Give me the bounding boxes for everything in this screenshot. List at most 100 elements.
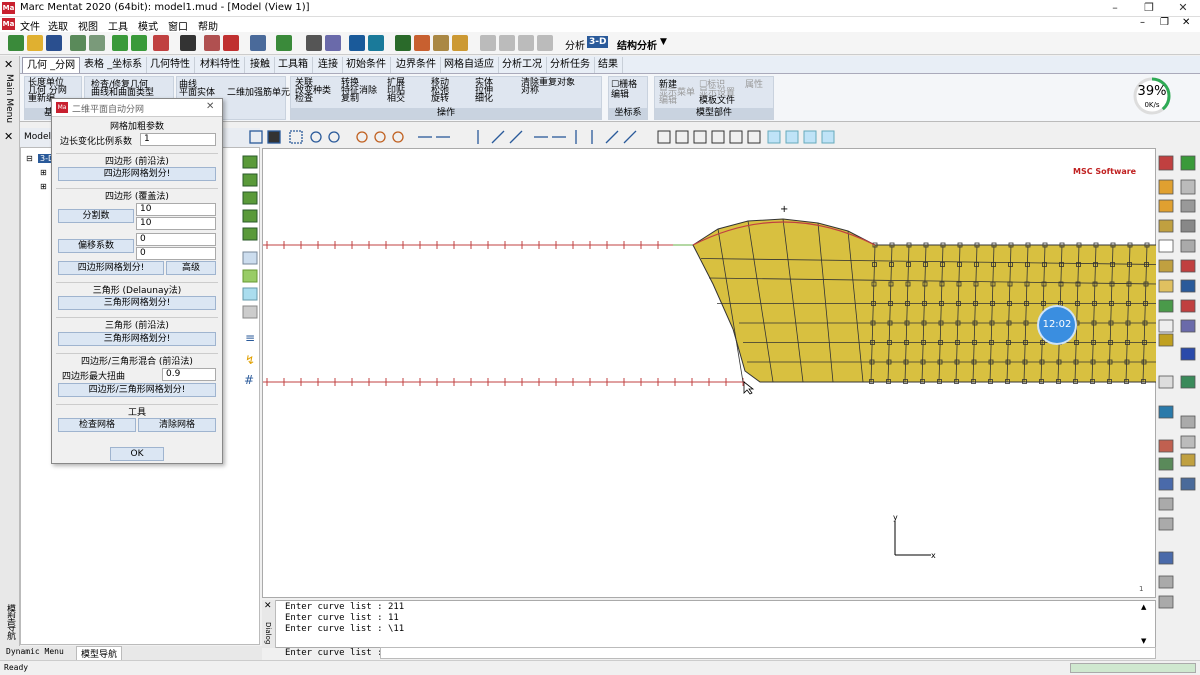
main-menu-label[interactable]: Main Menu [4, 74, 14, 123]
op-intersect[interactable]: 相交 [387, 95, 405, 104]
curve-pick-icon[interactable] [276, 35, 292, 51]
new-icon[interactable] [8, 35, 24, 51]
camera-icon[interactable] [349, 35, 365, 51]
light-icon[interactable] [325, 35, 341, 51]
calc-icon[interactable] [414, 35, 430, 51]
menu-mode[interactable]: 模式 [138, 18, 158, 33]
minimize-icon[interactable]: – [1098, 0, 1132, 17]
quad-advancing-mesh-button[interactable]: 四边形网格划分! [58, 167, 216, 181]
redo-icon[interactable] [131, 35, 147, 51]
save-icon[interactable] [46, 35, 62, 51]
dialog-close-icon[interactable]: ✕ [206, 101, 214, 112]
op-symmetry[interactable]: 对称 [521, 87, 539, 96]
tab-material-props[interactable]: 材料特性 [196, 57, 245, 73]
tab-boundary-conditions[interactable]: 边界条件 [392, 57, 441, 73]
ribbon-item-curve-surface-types[interactable]: 曲线和曲面类型 [91, 89, 154, 98]
tab-results[interactable]: 结果 [594, 57, 623, 73]
scroll-down-icon[interactable]: ▼ [1141, 637, 1146, 645]
camera2-icon[interactable] [368, 35, 384, 51]
tri-delaunay-mesh-button[interactable]: 三角形网格划分! [58, 296, 216, 310]
model-edit[interactable]: 编辑 [659, 97, 677, 106]
tab-initial-conditions[interactable]: 初始条件 [342, 57, 391, 73]
menu-view[interactable]: 视图 [78, 18, 98, 33]
check-mesh-button[interactable]: 检查网格 [58, 418, 136, 432]
import-icon[interactable] [70, 35, 86, 51]
model-template[interactable]: 模板文件 [699, 97, 735, 106]
analysis-dimension-select[interactable]: 3-D [587, 36, 609, 48]
close-icon[interactable]: ✕ [1166, 0, 1200, 17]
table2-icon[interactable] [499, 35, 515, 51]
menu-tools[interactable]: 工具 [108, 18, 128, 33]
close-panel-icon[interactable]: ✕ [4, 58, 13, 71]
clear-mesh-button[interactable]: 清除网格 [138, 418, 216, 432]
mdi-restore-icon[interactable]: ❐ [1160, 17, 1169, 28]
table-icon[interactable] [480, 35, 496, 51]
advanced-button[interactable]: 高级 [166, 261, 216, 275]
table3-icon[interactable] [518, 35, 534, 51]
tab-contact[interactable]: 接触 [246, 57, 275, 73]
quad-tri-mesh-button[interactable]: 四边形/三角形网格划分! [58, 383, 216, 397]
tab-geometry-mesh[interactable]: 几何 _分网 [22, 57, 81, 73]
menu-help[interactable]: 帮助 [198, 18, 218, 33]
ok-button[interactable]: OK [110, 447, 164, 461]
tab-links[interactable]: 连接 [314, 57, 343, 73]
divisions-button[interactable]: 分割数 [58, 209, 134, 223]
op-rotate[interactable]: 旋转 [431, 95, 449, 104]
tab-geometric-props[interactable]: 几何特性 [146, 57, 195, 73]
ribbon-item-rebar[interactable]: 二维加强筋单元 [227, 89, 290, 98]
note-icon[interactable] [433, 35, 449, 51]
op-check[interactable]: 检查 [295, 95, 313, 104]
analysis-class-select[interactable]: 结构分析 [617, 37, 657, 52]
open-icon[interactable] [27, 35, 43, 51]
tab-mesh-adaptivity[interactable]: 网格自适应 [440, 57, 499, 73]
offset-u-input[interactable]: 0 [136, 233, 216, 246]
op-subdivide[interactable]: 细化 [475, 95, 493, 104]
tab-toolbox[interactable]: 工具箱 [274, 57, 313, 73]
tab-loadcases[interactable]: 分析工况 [498, 57, 547, 73]
divisions-v-input[interactable]: 10 [136, 217, 216, 230]
tab-tables-coords[interactable]: 表格 _坐标系 [80, 57, 148, 73]
tree-child-expand-icon[interactable]: ⊞ [40, 168, 47, 177]
mdi-minimize-icon[interactable]: – [1140, 17, 1145, 28]
pen-icon[interactable] [153, 35, 169, 51]
color-icon[interactable] [306, 35, 322, 51]
tab-jobs[interactable]: 分析任务 [546, 57, 595, 73]
menu-select[interactable]: 选取 [48, 18, 68, 33]
menu-window[interactable]: 窗口 [168, 18, 188, 33]
restore-icon[interactable]: ❐ [1132, 0, 1166, 17]
tab-model-navigator[interactable]: 模型导航 [76, 646, 123, 661]
tab-dynamic-menu[interactable]: Dynamic Menu [6, 647, 64, 656]
dialog-close-pane-icon[interactable]: ✕ [264, 601, 272, 611]
ribbon-item-edit[interactable]: 编辑 [611, 91, 629, 100]
ribbon-item-grid[interactable]: ☐栅格 [611, 81, 637, 90]
edge-ratio-input[interactable]: 1 [140, 133, 216, 146]
warp-input[interactable]: 0.9 [162, 368, 216, 381]
measure-icon[interactable] [204, 35, 220, 51]
grid-icon[interactable] [180, 35, 196, 51]
pick-icon[interactable] [250, 35, 266, 51]
export-icon[interactable] [89, 35, 105, 51]
model-props[interactable]: 属性 [745, 81, 763, 90]
palette-icon[interactable] [452, 35, 468, 51]
model-viewport[interactable]: MSC Software + y x 12:02 1 [262, 148, 1157, 598]
timer-badge[interactable]: 12:02 [1039, 307, 1075, 343]
ribbon-item-planar-solid[interactable]: 平面实体 [179, 89, 215, 98]
divisions-u-input[interactable]: 10 [136, 203, 216, 216]
mdi-close-icon[interactable]: ✕ [1182, 17, 1190, 28]
table4-icon[interactable] [537, 35, 553, 51]
tree-expand-icon[interactable]: ⊟ [26, 154, 33, 163]
undo-icon[interactable] [112, 35, 128, 51]
scroll-up-icon[interactable]: ▲ [1141, 603, 1146, 611]
menu-file[interactable]: 文件 [20, 18, 40, 33]
tri-advancing-mesh-button[interactable]: 三角形网格划分! [58, 332, 216, 346]
chevron-down-icon[interactable]: ▼ [660, 37, 667, 47]
offset-v-input[interactable]: 0 [136, 247, 216, 260]
tree-child2-expand-icon[interactable]: ⊞ [40, 182, 47, 191]
command-input[interactable] [380, 647, 1156, 659]
model-nav-label[interactable]: 模型导航 [4, 604, 17, 640]
quad-overlay-mesh-button[interactable]: 四边形网格划分! [58, 261, 164, 275]
dots-icon[interactable] [395, 35, 411, 51]
chart-icon[interactable] [223, 35, 239, 51]
offset-button[interactable]: 偏移系数 [58, 239, 134, 253]
op-duplicate[interactable]: 复制 [341, 95, 359, 104]
